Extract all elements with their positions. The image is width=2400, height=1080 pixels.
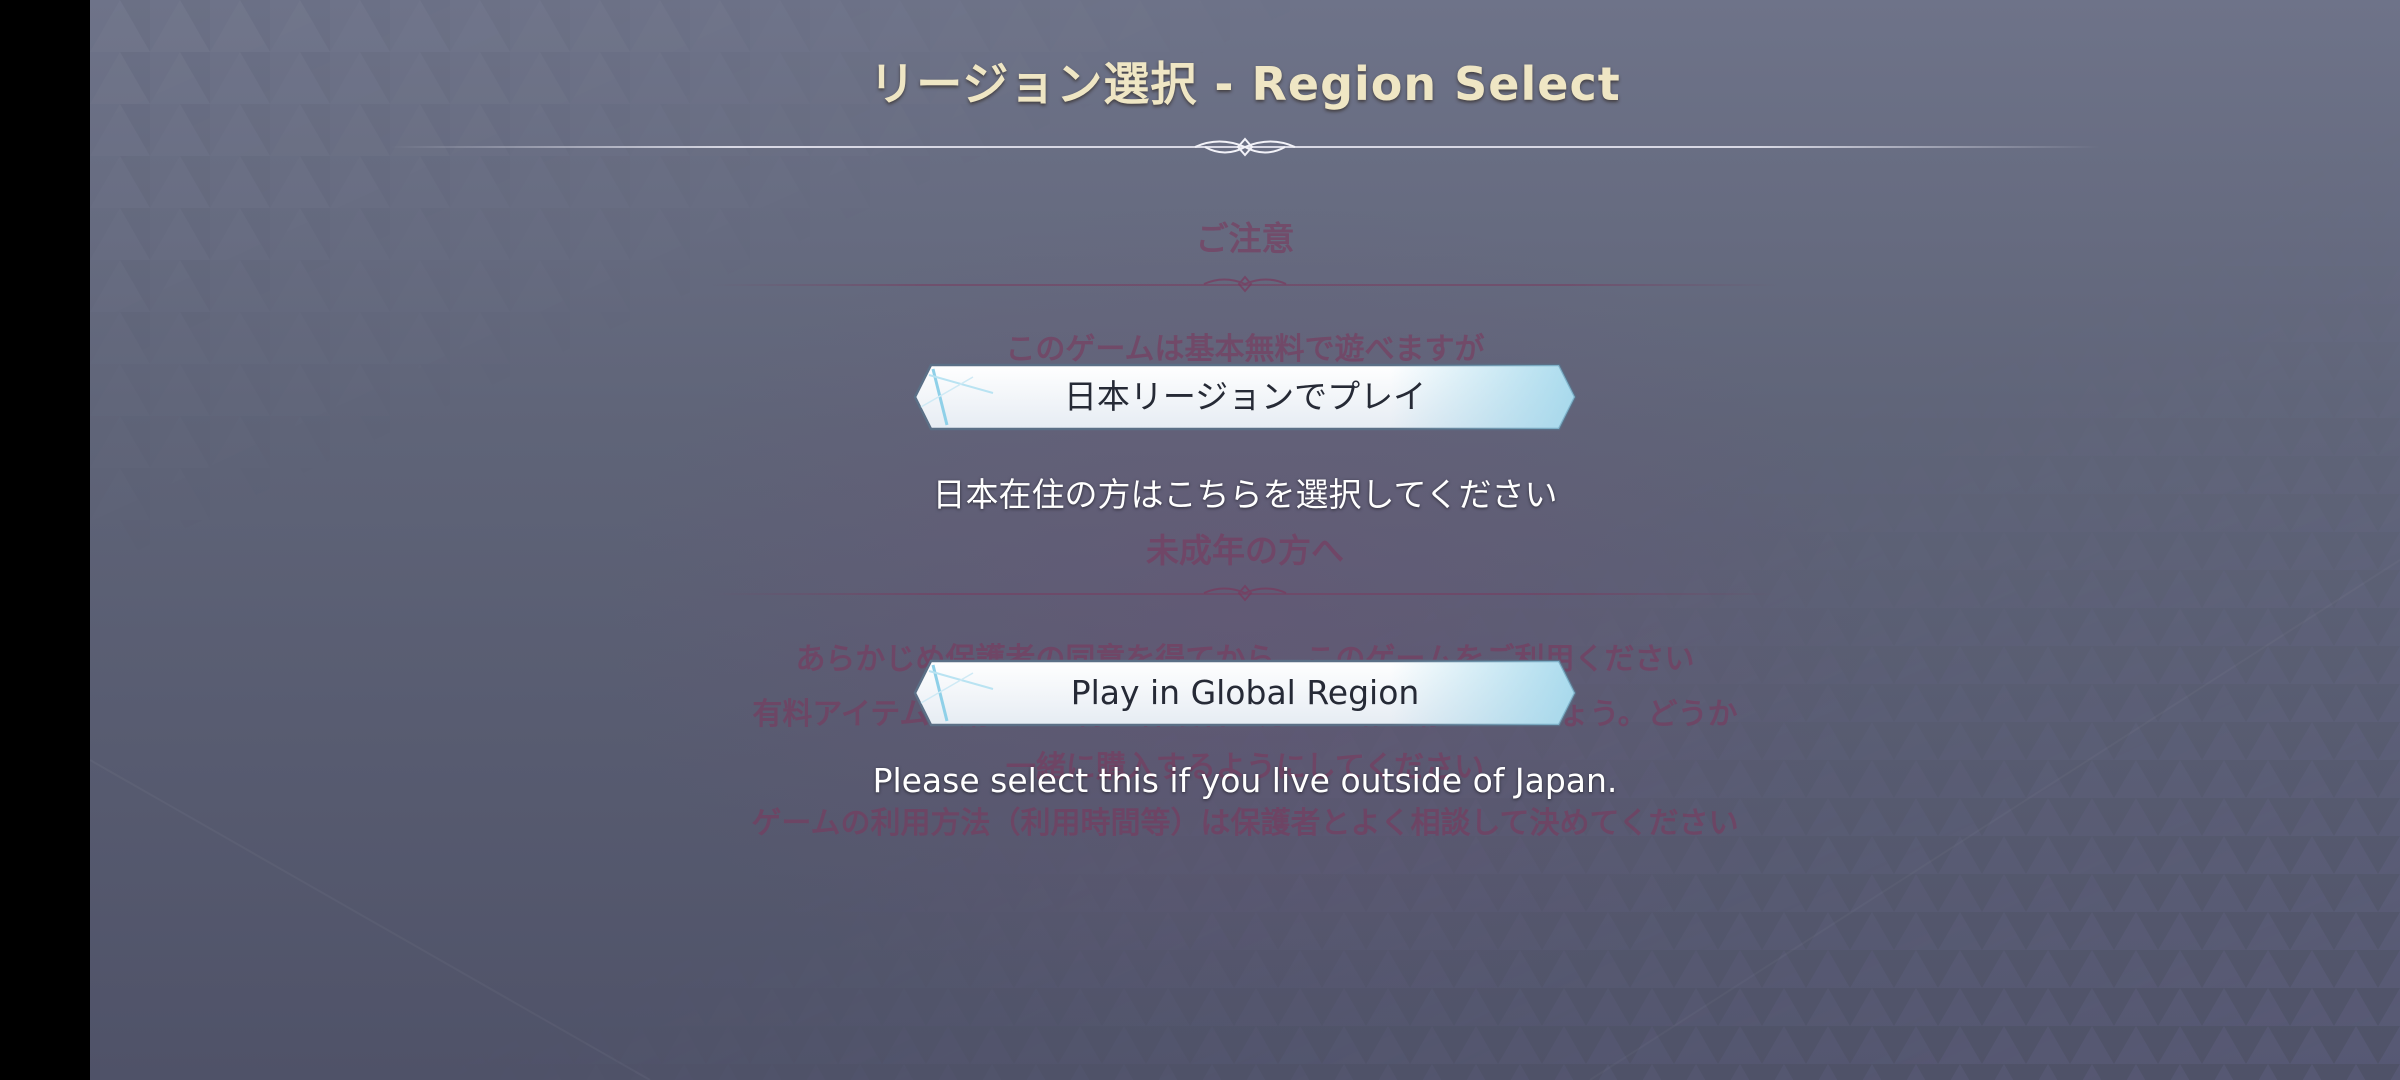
left-black-bar bbox=[0, 0, 90, 1080]
notice-ornament-icon bbox=[1203, 275, 1287, 293]
japan-region-button[interactable]: 日本リージョンでプレイ bbox=[913, 363, 1577, 431]
japan-region-caption: 日本在住の方はこちらを選択してください bbox=[932, 475, 1558, 514]
notice-line: このゲームは基本無料で遊べますが bbox=[1005, 332, 1485, 367]
notice-heading-caution: ご注意 bbox=[1195, 219, 1295, 258]
notice-line: ゲームの利用方法（利用時間等）は保護者とよく相談して決めてください bbox=[751, 806, 1739, 841]
global-region-caption: Please select this if you live outside o… bbox=[872, 761, 1618, 800]
notice-heading-minors: 未成年の方へ bbox=[1146, 531, 1344, 570]
faded-notice-background: ご注意 このゲームは基本無料で遊べますが 未成年の方へ あらかじめ保護者の同意を… bbox=[90, 0, 2400, 1080]
notice-ornament-icon bbox=[1203, 584, 1287, 602]
global-region-button-label: Play in Global Region bbox=[1070, 673, 1420, 712]
region-select-screen: リージョン選択 - Region Select ご注意 このゲームは基本無料で遊… bbox=[90, 0, 2400, 1080]
global-region-button[interactable]: Play in Global Region bbox=[913, 659, 1577, 727]
japan-region-button-label: 日本リージョンでプレイ bbox=[1063, 377, 1427, 416]
